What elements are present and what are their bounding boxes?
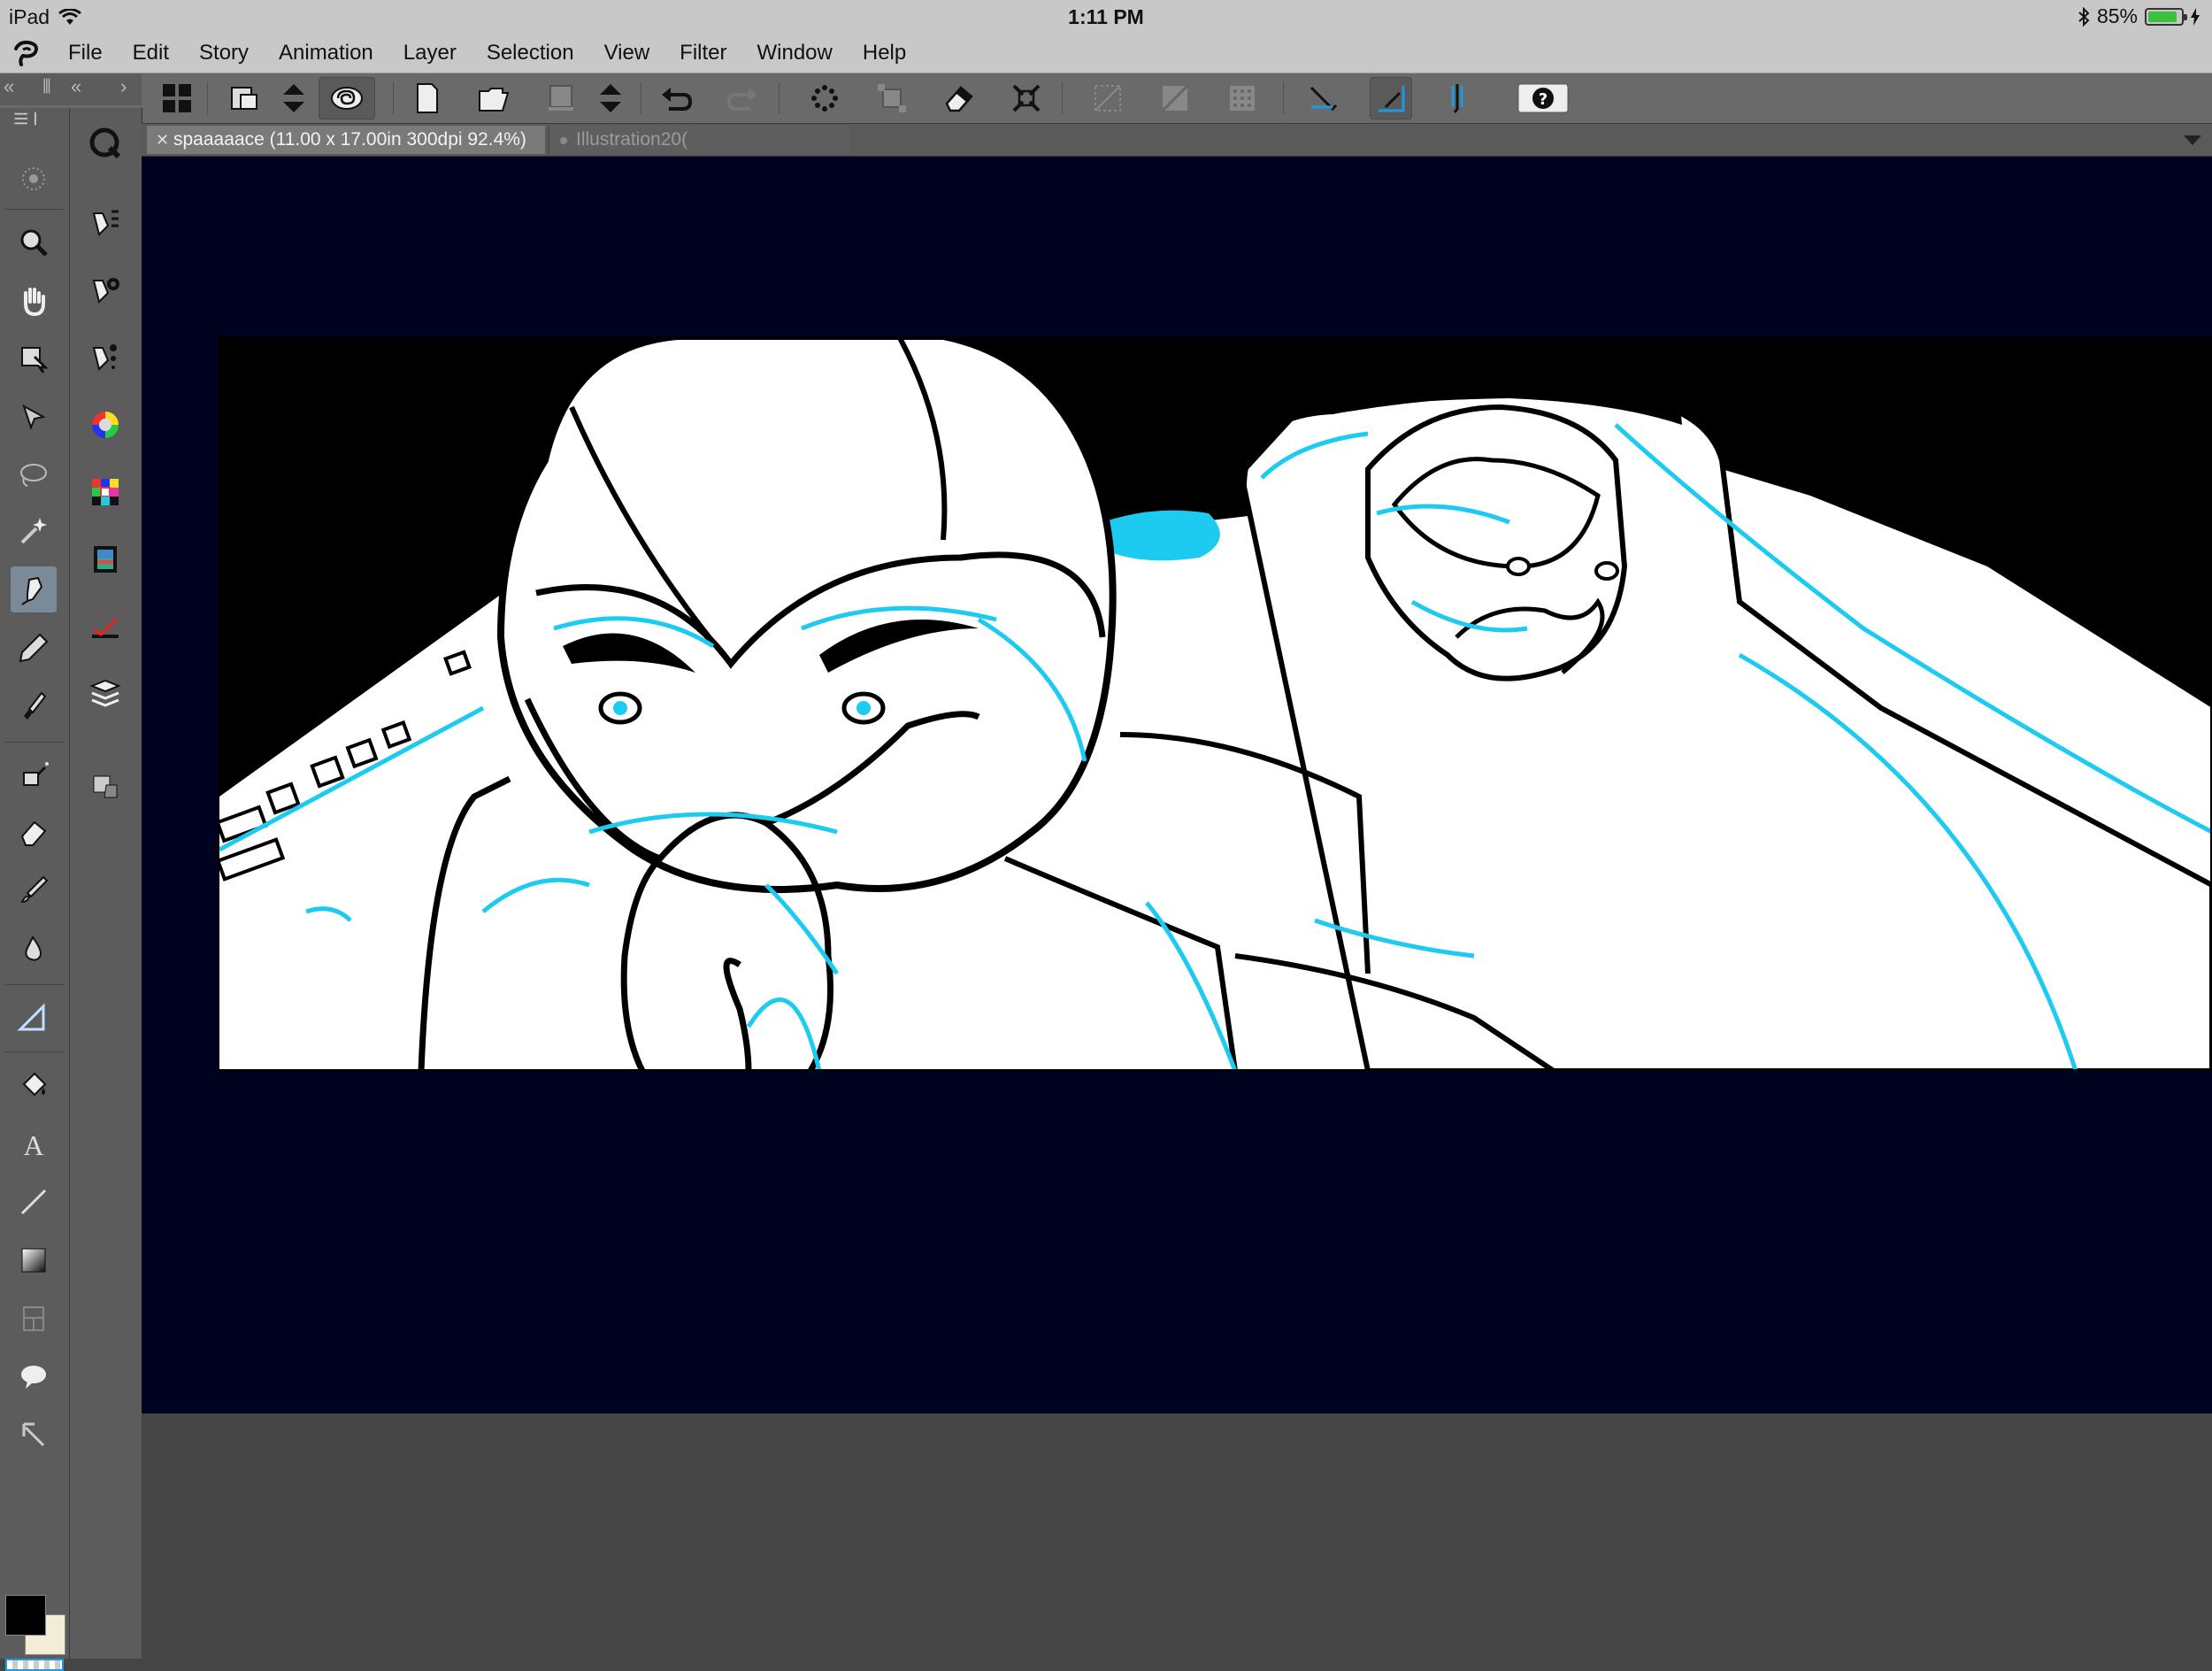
sub-tool-palette [70, 108, 142, 1659]
menu-window[interactable]: Window [742, 34, 848, 73]
bluetooth-icon [2078, 6, 2090, 27]
quick-access-icon[interactable] [82, 120, 128, 166]
eraser-tool-icon[interactable] [11, 809, 57, 855]
main-color-swatch[interactable] [5, 1595, 46, 1636]
navigator-check-icon[interactable] [82, 604, 128, 650]
frame-tool-icon[interactable] [11, 1296, 57, 1342]
fit-icon[interactable] [1005, 77, 1048, 119]
transparent-color-swatch[interactable] [5, 1659, 64, 1671]
transform-icon[interactable] [871, 77, 913, 119]
tool-palette: A [0, 108, 70, 1671]
tab-dot-icon [560, 137, 567, 144]
decoration-tool-icon[interactable] [11, 156, 57, 202]
command-bar: « ⦀ « › ? [0, 73, 2212, 124]
tab-illustration20[interactable]: Illustration20( [549, 126, 849, 154]
balloon-tool-icon[interactable] [11, 1354, 57, 1400]
save-as-icon[interactable] [223, 77, 265, 119]
text-tool-icon[interactable]: A [11, 1120, 57, 1167]
paint-bucket-icon[interactable] [11, 1062, 57, 1108]
close-tab-icon[interactable]: ✕ [156, 126, 169, 154]
sub-tool-pen-icon[interactable] [82, 200, 128, 246]
snap-dot-icon[interactable] [1221, 77, 1263, 119]
brush-size-icon[interactable] [82, 335, 128, 381]
menu-grip-icon[interactable] [4, 108, 50, 129]
correct-line-icon[interactable] [11, 1413, 57, 1459]
color-wheel-icon[interactable] [82, 402, 128, 448]
redo-icon[interactable] [722, 77, 764, 119]
collapse-left-icon[interactable]: « [4, 75, 14, 98]
menu-edit[interactable]: Edit [118, 34, 184, 73]
up-down-icon-2[interactable] [589, 77, 632, 119]
brush-tool-icon[interactable] [11, 683, 57, 729]
blend-tool-icon[interactable] [11, 867, 57, 913]
snap-grid-icon[interactable] [1154, 77, 1196, 119]
panel-collapse-controls: « ⦀ « › [0, 73, 142, 105]
menu-view[interactable]: View [589, 34, 665, 73]
gradient-tool-icon[interactable] [11, 1237, 57, 1283]
perspective-snap-icon[interactable] [1370, 77, 1412, 119]
pencil-tool-icon[interactable] [11, 625, 57, 671]
document-tab-bar: ✕ spaaaaace (11.00 x 17.00in 300dpi 92.4… [142, 124, 2212, 157]
airbrush-tool-icon[interactable] [11, 751, 57, 797]
svg-text:?: ? [1539, 90, 1548, 109]
pen-snap-icon[interactable] [1437, 77, 1479, 119]
clock: 1:11 PM [1068, 5, 1144, 28]
menu-selection[interactable]: Selection [472, 34, 589, 73]
lasso-tool-icon[interactable] [11, 451, 57, 497]
tab-dropdown-icon[interactable] [2173, 124, 2212, 156]
artwork-panel[interactable] [218, 336, 2212, 1071]
svg-text:A: A [23, 1129, 43, 1160]
tab-label-inactive: Illustration20( [576, 129, 688, 150]
battery-icon [2145, 7, 2187, 26]
grid-icon[interactable] [156, 77, 198, 119]
menu-animation[interactable]: Animation [264, 34, 388, 73]
collapse-left-icon-2[interactable]: « [71, 75, 81, 98]
open-folder-icon[interactable] [472, 77, 515, 119]
move-layer-icon[interactable] [11, 393, 57, 439]
eraser-icon[interactable] [938, 77, 980, 119]
magic-wand-icon[interactable] [11, 508, 57, 554]
hand-tool-icon[interactable] [11, 278, 57, 324]
tool-property-icon[interactable] [82, 267, 128, 313]
app-logo-icon[interactable] [0, 34, 53, 73]
menu-layer[interactable]: Layer [388, 34, 472, 73]
menu-bar: File Edit Story Animation Layer Selectio… [0, 34, 2212, 73]
spray-icon[interactable] [803, 77, 846, 119]
pen-tool-icon[interactable] [11, 566, 57, 612]
tab-spaaaaace[interactable]: ✕ spaaaaace (11.00 x 17.00in 300dpi 92.4… [147, 126, 545, 154]
panel-grip-icon[interactable]: ⦀ [42, 75, 51, 98]
up-down-icon[interactable] [273, 77, 315, 119]
menu-help[interactable]: Help [848, 34, 921, 73]
timeline-film-icon[interactable] [82, 536, 128, 582]
menu-file[interactable]: File [53, 34, 118, 73]
swirl-icon[interactable] [319, 77, 375, 119]
menu-story[interactable]: Story [184, 34, 264, 73]
menu-filter[interactable]: Filter [664, 34, 741, 73]
object-tool-icon[interactable] [11, 335, 57, 381]
ios-status-bar: iPad 1:11 PM 85% [0, 0, 2212, 34]
battery-percent: 85% [2096, 4, 2138, 27]
help-icon[interactable]: ? [1511, 77, 1575, 119]
zoom-tool-icon[interactable] [11, 219, 57, 266]
expand-right-icon[interactable]: › [120, 75, 127, 98]
tab-label-active: spaaaaace (11.00 x 17.00in 300dpi 92.4%) [173, 129, 526, 150]
fill-drop-icon[interactable] [11, 926, 57, 972]
material-icon[interactable] [82, 763, 128, 809]
layer-icon[interactable] [540, 77, 582, 119]
ruler-snap-icon[interactable] [1302, 77, 1345, 119]
ruler-tool-icon[interactable] [11, 995, 57, 1041]
charging-icon [2191, 7, 2200, 26]
new-doc-icon[interactable] [405, 77, 448, 119]
line-tool-icon[interactable] [11, 1179, 57, 1225]
undo-icon[interactable] [655, 77, 697, 119]
color-chips[interactable] [4, 1595, 67, 1671]
workspace-background [142, 1413, 2212, 1659]
snap-off-icon[interactable] [1087, 77, 1129, 119]
color-set-icon[interactable] [82, 469, 128, 515]
layers-panel-icon[interactable] [82, 671, 128, 717]
